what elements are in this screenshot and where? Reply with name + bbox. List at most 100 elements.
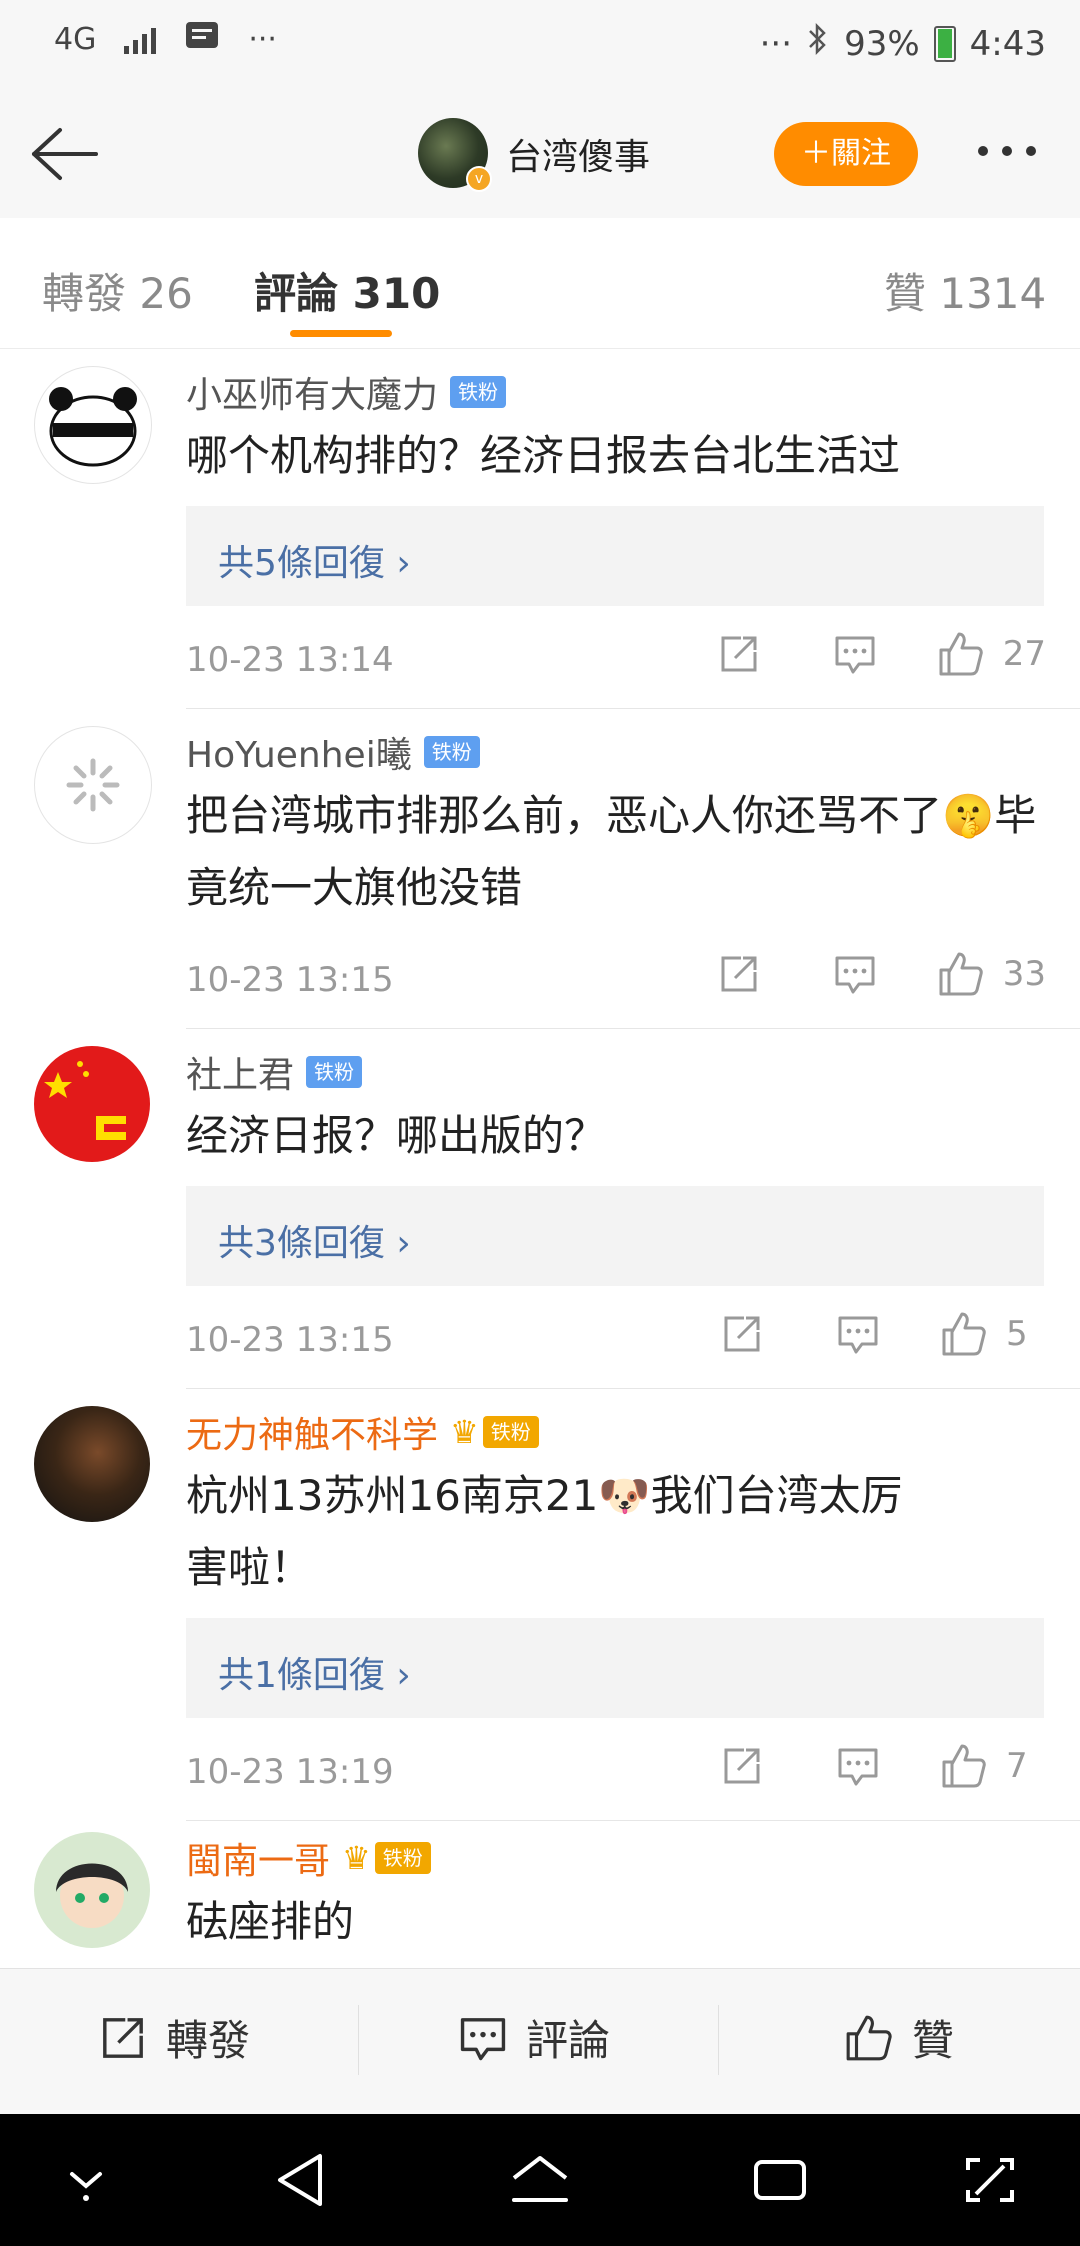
commenter-avatar[interactable] xyxy=(34,366,152,484)
comment-divider xyxy=(186,1388,1080,1389)
commenter-name-text: HoYuenhei曦 xyxy=(186,735,412,776)
active-tab-indicator xyxy=(290,330,392,337)
hide-keyboard-icon[interactable] xyxy=(64,2148,108,2216)
commenter-name-text: 社上君 xyxy=(186,1055,295,1096)
tab-comments[interactable]: 評論 310 xyxy=(254,260,440,321)
comment-text: 砝座排的 xyxy=(186,1897,355,1946)
commenter-name[interactable]: 閩南一哥 ♛ 铁粉 xyxy=(186,1832,431,1884)
commenter-name-text: 閩南一哥 xyxy=(186,1841,331,1882)
reply-count: 共3條回復 › xyxy=(218,1223,411,1264)
back-button[interactable] xyxy=(24,118,104,190)
back-arrow-icon xyxy=(32,128,98,180)
more-options-icon[interactable] xyxy=(978,146,1036,156)
like-count: 27 xyxy=(1002,634,1046,674)
reply-count: 共1條回復 › xyxy=(218,1655,411,1696)
like-label: 贊 xyxy=(912,2016,955,2065)
comment-label: 評論 xyxy=(526,2016,611,2065)
expand-icon[interactable] xyxy=(962,2148,1018,2216)
reply-icon[interactable] xyxy=(800,1744,916,1788)
back-nav-icon[interactable] xyxy=(272,2148,328,2216)
comment-text: 哪个机构排的？经济日报去台北生活过 xyxy=(186,431,901,480)
commenter-avatar[interactable] xyxy=(34,1046,150,1162)
message-icon xyxy=(184,20,220,58)
comment-time: 10-23 13:19 xyxy=(186,1752,394,1792)
share-icon[interactable] xyxy=(681,952,797,996)
fan-badge: 铁粉 xyxy=(450,376,507,408)
comment-actions: 27 xyxy=(681,630,1046,678)
commenter-name[interactable]: 小巫师有大魔力 铁粉 xyxy=(186,366,507,418)
like-icon[interactable] xyxy=(937,630,985,678)
reply-thread-link[interactable]: 共5條回復 › xyxy=(186,506,1044,606)
loading-spinner-icon xyxy=(66,758,120,812)
comment-time: 10-23 13:15 xyxy=(186,1320,394,1360)
bar-separator xyxy=(358,2005,359,2075)
comment-divider xyxy=(186,1820,1080,1821)
commenter-name-text: 无力神触不科学 xyxy=(186,1415,439,1456)
home-nav-icon[interactable] xyxy=(508,2148,572,2216)
recent-apps-icon[interactable] xyxy=(750,2148,810,2216)
repost-label: 轉發 xyxy=(166,2016,251,2065)
verified-icon: v xyxy=(466,166,492,192)
battery-percent: 93% xyxy=(844,23,920,64)
status-bar: 4G ··· ··· 93% 4:43 xyxy=(0,0,1080,90)
battery-icon xyxy=(933,25,956,62)
vip-crown-icon: ♛ xyxy=(450,1413,479,1451)
comment-text: 经济日报？哪出版的？ xyxy=(186,1111,607,1160)
signal-icon xyxy=(124,24,157,54)
comment-time: 10-23 13:15 xyxy=(186,960,394,1000)
comment-button[interactable]: 評論 xyxy=(458,2007,610,2068)
reply-thread-link[interactable]: 共3條回復 › xyxy=(186,1186,1044,1286)
like-icon[interactable] xyxy=(940,1742,988,1790)
tab-reposts[interactable]: 轉發 26 xyxy=(42,260,193,321)
account-avatar[interactable]: v xyxy=(418,118,492,192)
nav-bar: v 台湾傻事 ＋關注 xyxy=(0,90,1080,219)
reply-icon[interactable] xyxy=(797,952,913,996)
commenter-name-text: 小巫师有大魔力 xyxy=(186,375,439,416)
status-dots-right: ··· xyxy=(759,23,793,64)
bar-separator xyxy=(718,2005,719,2075)
tab-likes[interactable]: 贊 1314 xyxy=(884,260,1046,321)
comment-time: 10-23 13:14 xyxy=(186,640,394,680)
status-dots-left: ··· xyxy=(248,21,277,57)
comment-divider xyxy=(186,708,1080,709)
reply-thread-link[interactable]: 共1條回復 › xyxy=(186,1618,1044,1718)
bluetooth-icon xyxy=(806,22,830,65)
comment-actions: 5 xyxy=(684,1310,1046,1358)
commenter-name[interactable]: 无力神触不科学 ♛ 铁粉 xyxy=(186,1406,539,1458)
commenter-name[interactable]: HoYuenhei曦 铁粉 xyxy=(186,726,480,778)
reply-icon[interactable] xyxy=(797,632,913,676)
reply-icon[interactable] xyxy=(800,1312,916,1356)
commenter-avatar[interactable] xyxy=(34,726,152,844)
bottom-action-bar: 轉發 評論 贊 xyxy=(0,1968,1080,2115)
comment-actions: 7 xyxy=(684,1742,1046,1790)
comment-list: 小巫师有大魔力 铁粉 哪个机构排的？经济日报去台北生活过 共5條回復 › 10-… xyxy=(0,350,1080,1968)
clock: 4:43 xyxy=(969,23,1046,64)
like-button[interactable]: 贊 xyxy=(844,2007,954,2068)
repost-icon xyxy=(103,2017,143,2058)
share-icon[interactable] xyxy=(684,1744,800,1788)
like-icon[interactable] xyxy=(940,1310,988,1358)
network-indicator: 4G xyxy=(54,21,97,57)
comment-icon xyxy=(460,2017,506,2060)
fan-badge: 铁粉 xyxy=(374,1842,431,1874)
account-name[interactable]: 台湾傻事 xyxy=(506,128,650,180)
comment-actions: 33 xyxy=(681,950,1046,998)
commenter-name[interactable]: 社上君 铁粉 xyxy=(186,1046,363,1098)
tab-bar: 轉發 26 評論 310 贊 1314 xyxy=(0,218,1080,349)
commenter-avatar[interactable] xyxy=(34,1832,150,1948)
share-icon[interactable] xyxy=(684,1312,800,1356)
like-count: 7 xyxy=(1006,1746,1028,1786)
like-count: 5 xyxy=(1006,1314,1028,1354)
vip-crown-icon: ♛ xyxy=(342,1839,371,1877)
like-icon[interactable] xyxy=(937,950,985,998)
comment-divider xyxy=(186,1028,1080,1029)
follow-button[interactable]: ＋關注 xyxy=(774,122,918,186)
commenter-avatar[interactable] xyxy=(34,1406,150,1522)
like-count: 33 xyxy=(1002,954,1046,994)
repost-button[interactable]: 轉發 xyxy=(98,2007,250,2068)
thumbs-up-icon xyxy=(846,2015,892,2060)
share-icon[interactable] xyxy=(681,632,797,676)
fan-badge: 铁粉 xyxy=(482,1416,539,1448)
comment-text: 杭州13苏州16南京21🐶我们台湾太厉害啦！ xyxy=(186,1471,903,1592)
fan-badge: 铁粉 xyxy=(306,1056,363,1088)
